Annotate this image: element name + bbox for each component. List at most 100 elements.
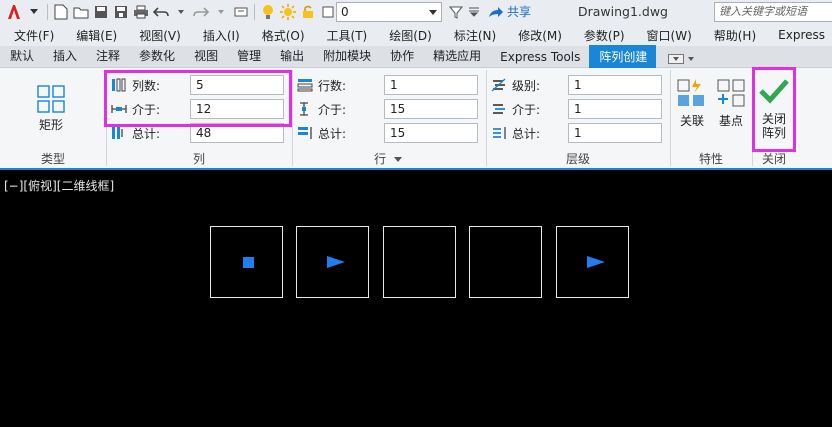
array-cell xyxy=(469,226,542,298)
redo-icon[interactable] xyxy=(191,2,211,22)
highlight-close-array xyxy=(752,67,796,152)
base-point-label: 基点 xyxy=(718,114,743,128)
layer-bulb-icon[interactable] xyxy=(258,2,278,22)
panel-title-properties: 特性 xyxy=(698,152,723,166)
tab-manage[interactable]: 管理 xyxy=(227,47,270,67)
new-file-icon[interactable] xyxy=(51,2,71,22)
menu-help[interactable]: 帮助(H) xyxy=(700,27,764,44)
level-total-row: 总计: 1 xyxy=(490,122,662,144)
associative-icon xyxy=(677,79,704,106)
save-icon[interactable] xyxy=(91,2,111,22)
level-spacing-icon xyxy=(490,100,508,118)
menu-bar: 文件(F) 编辑(E) 视图(V) 插入(I) 格式(O) 工具(T) 绘图(D… xyxy=(0,24,832,46)
panel-title-close: 关闭 xyxy=(761,152,786,166)
plot-icon[interactable] xyxy=(231,2,251,22)
row-count-label: 行数: xyxy=(318,78,347,93)
menu-view[interactable]: 视图(V) xyxy=(125,27,189,44)
print-icon[interactable] xyxy=(131,2,151,22)
tab-express-tools[interactable]: Express Tools xyxy=(490,50,589,67)
save-as-icon[interactable] xyxy=(111,2,131,22)
array-cell xyxy=(383,226,456,298)
divider xyxy=(254,4,255,20)
layer-lock-icon[interactable] xyxy=(298,2,318,22)
app-menu-chevron-icon[interactable] xyxy=(24,2,44,22)
tab-home[interactable]: 默认 xyxy=(0,47,43,67)
tab-output[interactable]: 输出 xyxy=(270,47,313,67)
menu-tools[interactable]: 工具(T) xyxy=(313,27,376,44)
share-label: 共享 xyxy=(507,5,532,19)
layer-color-icon[interactable] xyxy=(318,2,338,22)
menu-draw[interactable]: 绘图(D) xyxy=(375,27,440,44)
tab-insert[interactable]: 插入 xyxy=(43,47,86,67)
workspace-dropdown-icon[interactable] xyxy=(464,2,484,22)
panel-title-rows[interactable]: 行 xyxy=(292,150,484,166)
row-spacing-input[interactable]: 15 xyxy=(384,99,478,119)
row-count-icon xyxy=(296,76,314,94)
quick-access-toolbar: 0 共享 Drawing1.dwg 键入关键字或短语 xyxy=(0,0,832,24)
menu-window[interactable]: 窗口(W) xyxy=(633,27,700,44)
level-count-row: 级别: 1 xyxy=(490,74,662,96)
tab-array-creation[interactable]: 阵列创建 xyxy=(589,45,657,68)
level-count-input[interactable]: 1 xyxy=(568,75,662,95)
row-total-row: 总计: 15 xyxy=(296,122,478,144)
share-button[interactable]: 共享 xyxy=(488,3,531,20)
ribbon-minimize-button[interactable] xyxy=(668,54,695,64)
open-folder-icon[interactable] xyxy=(71,2,91,22)
drawing-title: Drawing1.dwg xyxy=(578,4,668,19)
layer-properties-icon[interactable] xyxy=(446,2,466,22)
level-spacing-input[interactable]: 1 xyxy=(568,99,662,119)
tab-addins[interactable]: 附加模块 xyxy=(313,47,380,67)
viewport-controls-label[interactable]: [−][俯视][二维线框] xyxy=(4,177,114,194)
row-total-input[interactable]: 15 xyxy=(384,123,478,143)
arrow-marker xyxy=(587,256,605,268)
layer-dropdown[interactable]: 0 xyxy=(336,2,442,22)
menu-parametric[interactable]: 参数(P) xyxy=(570,27,633,44)
drawing-viewport[interactable]: [−][俯视][二维线框] xyxy=(0,170,832,427)
level-count-icon xyxy=(490,76,508,94)
menu-express[interactable]: Express xyxy=(764,28,832,42)
panel-title-columns: 列 xyxy=(192,152,205,166)
share-icon xyxy=(489,6,503,17)
app-logo-icon[interactable] xyxy=(4,2,24,22)
tab-collaborate[interactable]: 协作 xyxy=(380,47,423,67)
associative-button[interactable]: 关联 xyxy=(677,78,707,129)
associative-label: 关联 xyxy=(679,114,704,128)
base-point-button[interactable]: 基点 xyxy=(716,78,746,129)
tab-parametric[interactable]: 参数化 xyxy=(129,47,184,67)
layer-sun-icon[interactable] xyxy=(278,2,298,22)
chevron-down-icon xyxy=(688,57,695,61)
rectangular-array-button[interactable]: 矩形 xyxy=(36,84,66,133)
menu-file[interactable]: 文件(F) xyxy=(0,27,62,44)
chevron-down-icon xyxy=(428,6,438,21)
undo-dropdown-icon[interactable] xyxy=(171,2,191,22)
tab-featured-apps[interactable]: 精选应用 xyxy=(423,47,490,67)
menu-dimension[interactable]: 标注(N) xyxy=(440,27,504,44)
highlight-column-settings xyxy=(104,70,292,127)
tab-view[interactable]: 视图 xyxy=(184,47,227,67)
column-total-label: 总计: xyxy=(132,126,161,141)
level-total-input[interactable]: 1 xyxy=(568,123,662,143)
search-input[interactable]: 键入关键字或短语 xyxy=(714,2,832,22)
panel-toggle-icon xyxy=(668,54,685,64)
array-cell xyxy=(296,226,369,298)
menu-format[interactable]: 格式(O) xyxy=(248,27,313,44)
row-count-input[interactable]: 1 xyxy=(384,75,478,95)
panel-title-type: 类型 xyxy=(40,152,65,166)
chevron-down-icon xyxy=(393,157,402,162)
undo-icon[interactable] xyxy=(151,2,171,22)
level-spacing-label: 介于: xyxy=(512,102,541,117)
menu-insert[interactable]: 插入(I) xyxy=(189,27,248,44)
rectangular-array-label: 矩形 xyxy=(38,118,63,132)
menu-modify[interactable]: 修改(M) xyxy=(504,27,570,44)
panel-title-rows-label: 行 xyxy=(374,152,387,166)
row-spacing-label: 介于: xyxy=(318,102,347,117)
redo-dropdown-icon[interactable] xyxy=(211,2,231,22)
panel-title-levels: 层级 xyxy=(565,152,590,166)
rectangular-array-icon xyxy=(37,85,65,113)
row-spacing-icon xyxy=(296,100,314,118)
level-spacing-row: 介于: 1 xyxy=(490,98,662,120)
tab-annotate[interactable]: 注释 xyxy=(86,47,129,67)
row-total-label: 总计: xyxy=(318,126,347,141)
row-total-icon xyxy=(296,124,314,142)
menu-edit[interactable]: 编辑(E) xyxy=(62,27,125,44)
